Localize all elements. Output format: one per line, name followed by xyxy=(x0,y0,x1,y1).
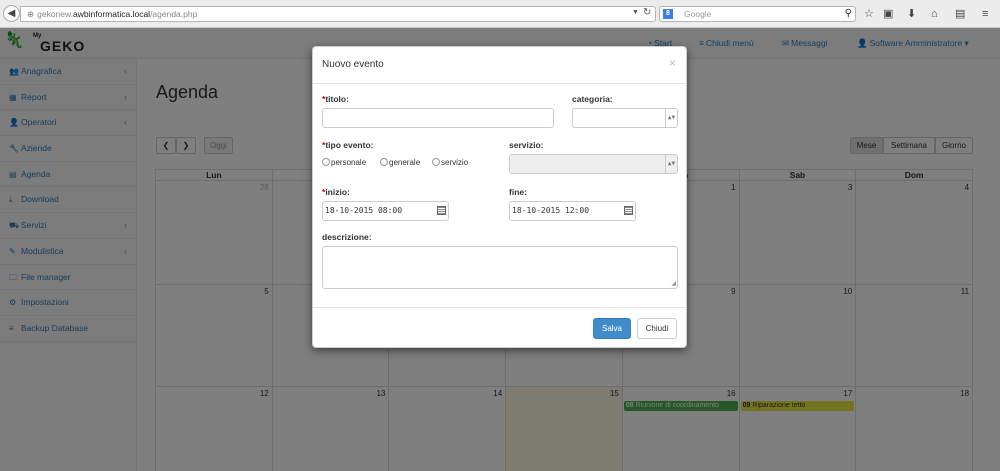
radio-circle xyxy=(322,158,330,166)
select-arrow-icon: ▲▼ xyxy=(665,109,677,127)
description-textarea[interactable]: ◢ xyxy=(322,246,678,289)
search-icon[interactable]: ⚲ xyxy=(845,7,852,21)
radio-circle xyxy=(380,158,388,166)
radio-circle xyxy=(432,158,440,166)
download-icon[interactable]: ⬇ xyxy=(907,7,916,21)
back-arrow-icon[interactable]: ◀ xyxy=(3,5,20,22)
title-input[interactable] xyxy=(322,108,554,128)
pocket-icon[interactable]: ▤ xyxy=(955,7,965,21)
start-label: *inizio: xyxy=(322,187,350,197)
browser-search-input[interactable]: 8 Google ⚲ xyxy=(659,6,856,22)
title-label: *titolo: xyxy=(322,94,349,104)
category-label: categoria: xyxy=(572,94,613,104)
select-arrow-icon: ▲▼ xyxy=(665,155,677,173)
calendar-icon[interactable] xyxy=(437,206,446,215)
close-button[interactable]: Chiudi xyxy=(637,318,677,339)
reload-icon[interactable]: ↻ xyxy=(643,7,651,18)
radio-personale[interactable]: personale xyxy=(322,158,366,167)
save-button[interactable]: Salva xyxy=(593,318,631,339)
url-dropdown-icon[interactable]: ▼ xyxy=(632,9,639,16)
radio-generale[interactable]: generale xyxy=(380,158,420,167)
address-bar[interactable]: ⊕ gekonew.awbinformatica.local/agenda.php xyxy=(20,6,656,22)
resize-grip-icon[interactable]: ◢ xyxy=(671,280,676,287)
description-label: descrizione: xyxy=(322,232,372,242)
dialog-footer: Salva Chiudi xyxy=(313,307,686,348)
service-label: servizio: xyxy=(509,140,544,150)
google-icon: 8 xyxy=(663,9,673,19)
dialog-header: Nuovo evento × xyxy=(313,47,686,84)
bookmarks-icon[interactable]: ▣ xyxy=(883,7,893,21)
new-event-dialog: Nuovo evento × *titolo: categoria: ▲▼ *t… xyxy=(312,46,687,348)
globe-icon: ⊕ xyxy=(27,9,35,19)
start-datetime-input[interactable]: 18-10-2015 08:00 xyxy=(322,201,449,221)
radio-servizio[interactable]: servizio xyxy=(432,158,468,167)
service-select[interactable]: ▲▼ xyxy=(509,154,678,174)
close-icon[interactable]: × xyxy=(669,56,676,70)
browser-toolbar: ◀ ⊕ gekonew.awbinformatica.local/agenda.p… xyxy=(0,0,1000,28)
home-icon[interactable]: ⌂ xyxy=(931,7,938,21)
menu-icon[interactable]: ≡ xyxy=(982,7,988,21)
event-type-label: *tipo evento: xyxy=(322,140,374,150)
calendar-icon[interactable] xyxy=(624,206,633,215)
category-select[interactable]: ▲▼ xyxy=(572,108,678,128)
dialog-title: Nuovo evento xyxy=(322,59,384,70)
end-label: fine: xyxy=(509,187,527,197)
end-datetime-input[interactable]: 18-10-2015 12:00 xyxy=(509,201,636,221)
star-icon[interactable]: ☆ xyxy=(864,7,874,21)
